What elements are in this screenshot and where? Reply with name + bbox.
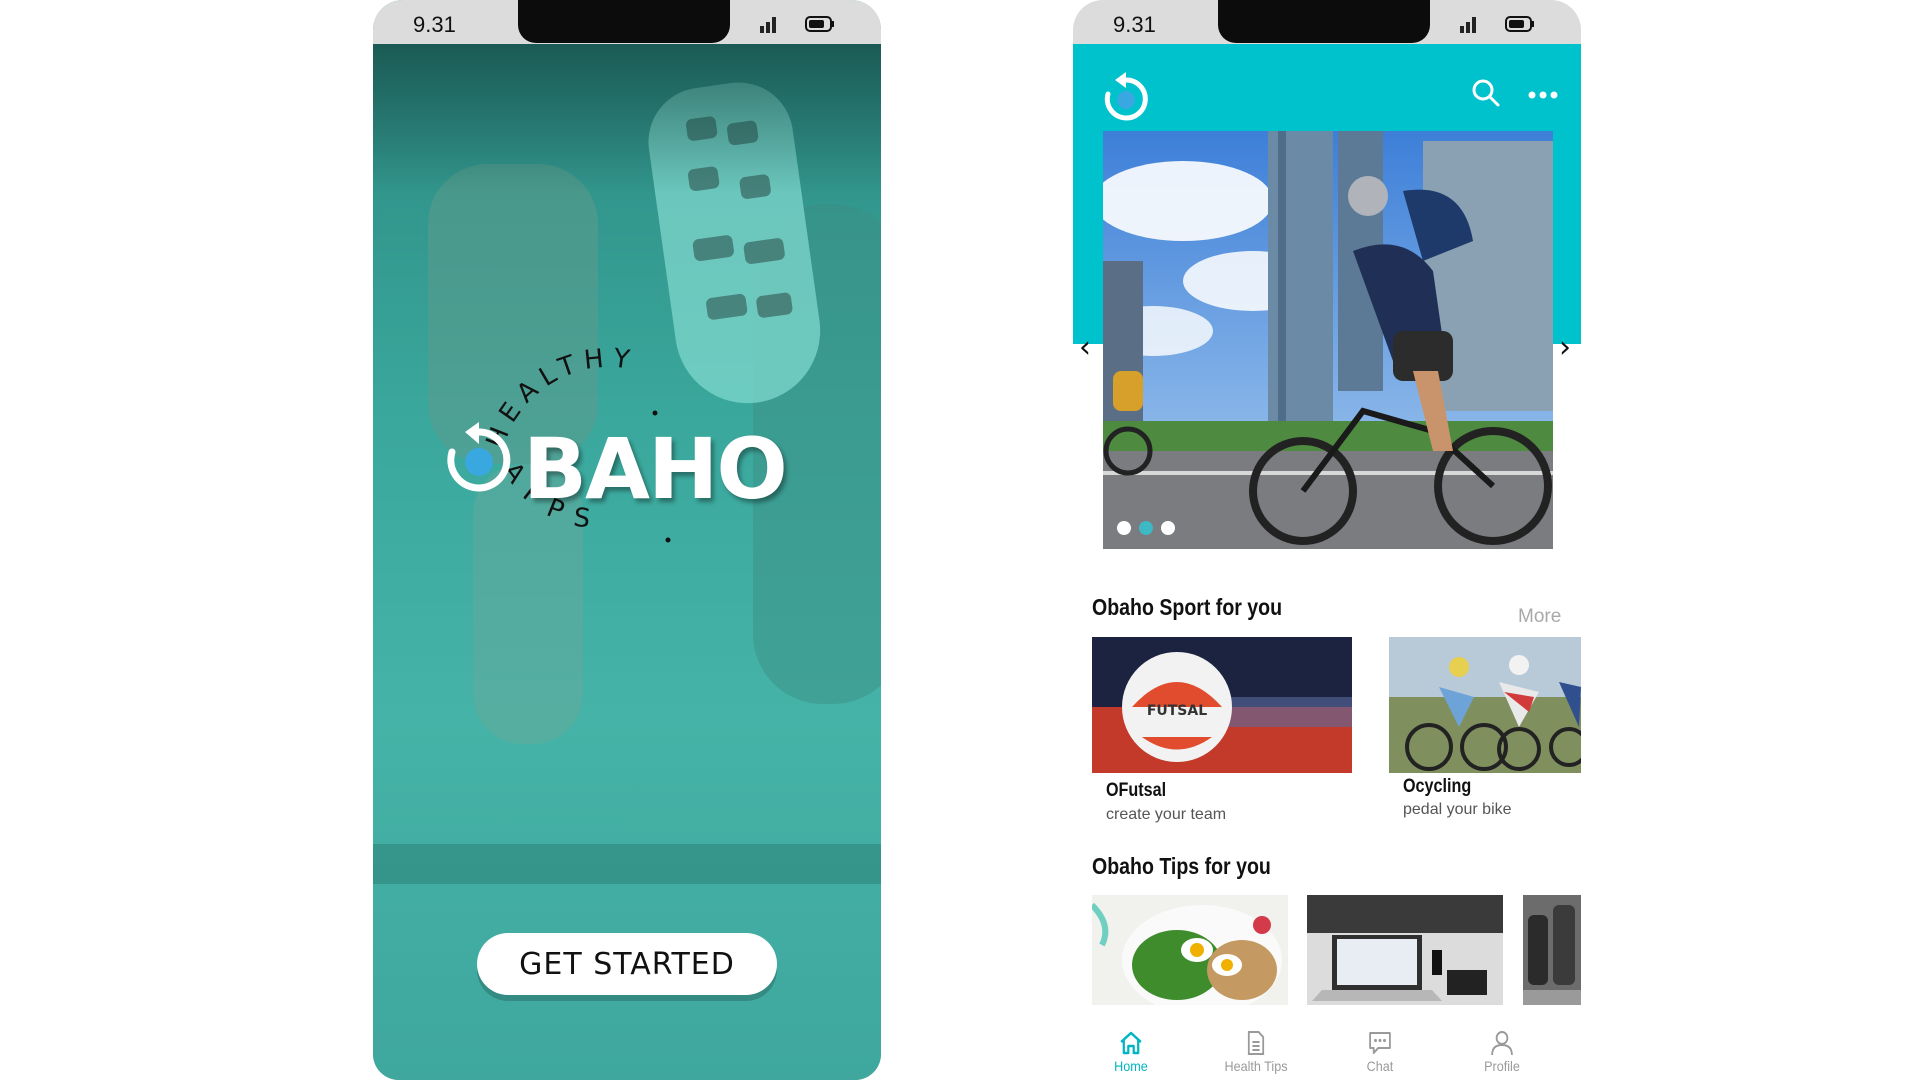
status-bar: 9.31 [1073, 0, 1581, 44]
nav-label-profile: Profile [1484, 1058, 1520, 1074]
home-screen: 9.31 ‹ › Obaho Sport for you More FUTSAL… [1073, 0, 1581, 1080]
home-icon [1120, 1031, 1142, 1055]
nav-label-home: Home [1114, 1058, 1148, 1074]
nav-profile[interactable]: Profile [1462, 1030, 1543, 1074]
logo-word: BAHO [523, 420, 788, 518]
sport-section-title: Obaho Sport for you [1092, 594, 1283, 620]
carousel-dot-active[interactable] [1139, 521, 1153, 535]
card-title[interactable]: OFutsal [1106, 780, 1166, 802]
nav-label-health-tips: Health Tips [1224, 1058, 1288, 1074]
logo-refresh-icon [447, 422, 511, 492]
laptop-desk-photo [1307, 895, 1503, 1005]
get-started-button[interactable]: GET STARTED [477, 933, 777, 995]
carousel-prev-arrow[interactable]: ‹ [1079, 330, 1091, 365]
cycling-race-photo [1389, 637, 1581, 773]
futsal-ball-photo: FUTSAL [1092, 637, 1352, 773]
chat-icon [1369, 1032, 1391, 1054]
status-bar: 9.31 [373, 0, 881, 44]
splash-screen: 9.31 HEALTHY APPS BAHO GET STARTED [373, 0, 881, 1080]
battery-icon [805, 16, 834, 32]
nav-home[interactable]: Home [1091, 1030, 1172, 1074]
battery-icon [1505, 16, 1534, 32]
camera-notch [518, 0, 730, 43]
carousel-next-arrow[interactable]: › [1559, 330, 1571, 365]
card-subtitle: create your team [1106, 806, 1227, 823]
tip-card-gym[interactable] [1523, 895, 1581, 1005]
tips-section-title: Obaho Tips for you [1092, 853, 1271, 879]
nav-label-chat: Chat [1366, 1058, 1394, 1074]
tip-card-food[interactable] [1092, 895, 1288, 1005]
more-options-icon[interactable] [1528, 90, 1558, 100]
tip-card-laptop[interactable] [1307, 895, 1503, 1005]
camera-notch [1218, 0, 1430, 43]
hero-carousel-image[interactable] [1103, 131, 1553, 549]
carousel-dot[interactable] [1161, 521, 1175, 535]
more-link[interactable]: More [1518, 606, 1561, 628]
status-time: 9.31 [413, 12, 456, 37]
healthy-bowl-photo [1092, 895, 1288, 1005]
profile-icon [1491, 1031, 1513, 1056]
signal-icon [1460, 17, 1476, 33]
dumbbell-photo [1523, 895, 1581, 1005]
obaho-logo: HEALTHY APPS BAHO [433, 340, 813, 580]
nav-chat[interactable]: Chat [1340, 1030, 1421, 1074]
carousel-dot[interactable] [1117, 521, 1131, 535]
bottom-navigation: Home Health Tips Chat Profile [1073, 1020, 1581, 1080]
cycling-card-image[interactable] [1389, 637, 1581, 773]
nav-health-tips[interactable]: Health Tips [1216, 1030, 1297, 1074]
document-icon [1247, 1031, 1265, 1055]
app-logo-icon[interactable] [1103, 72, 1149, 122]
card-title[interactable]: Ocycling [1403, 776, 1471, 798]
cyclist-photo [1103, 131, 1553, 549]
futsal-card-image[interactable]: FUTSAL [1092, 637, 1352, 773]
signal-icon [760, 17, 776, 33]
status-time: 9.31 [1113, 12, 1156, 37]
card-subtitle: pedal your bike [1403, 801, 1512, 818]
futsal-ball-label: FUTSAL [1147, 703, 1207, 719]
search-icon[interactable] [1471, 78, 1501, 108]
carousel-indicator[interactable] [1117, 521, 1175, 535]
